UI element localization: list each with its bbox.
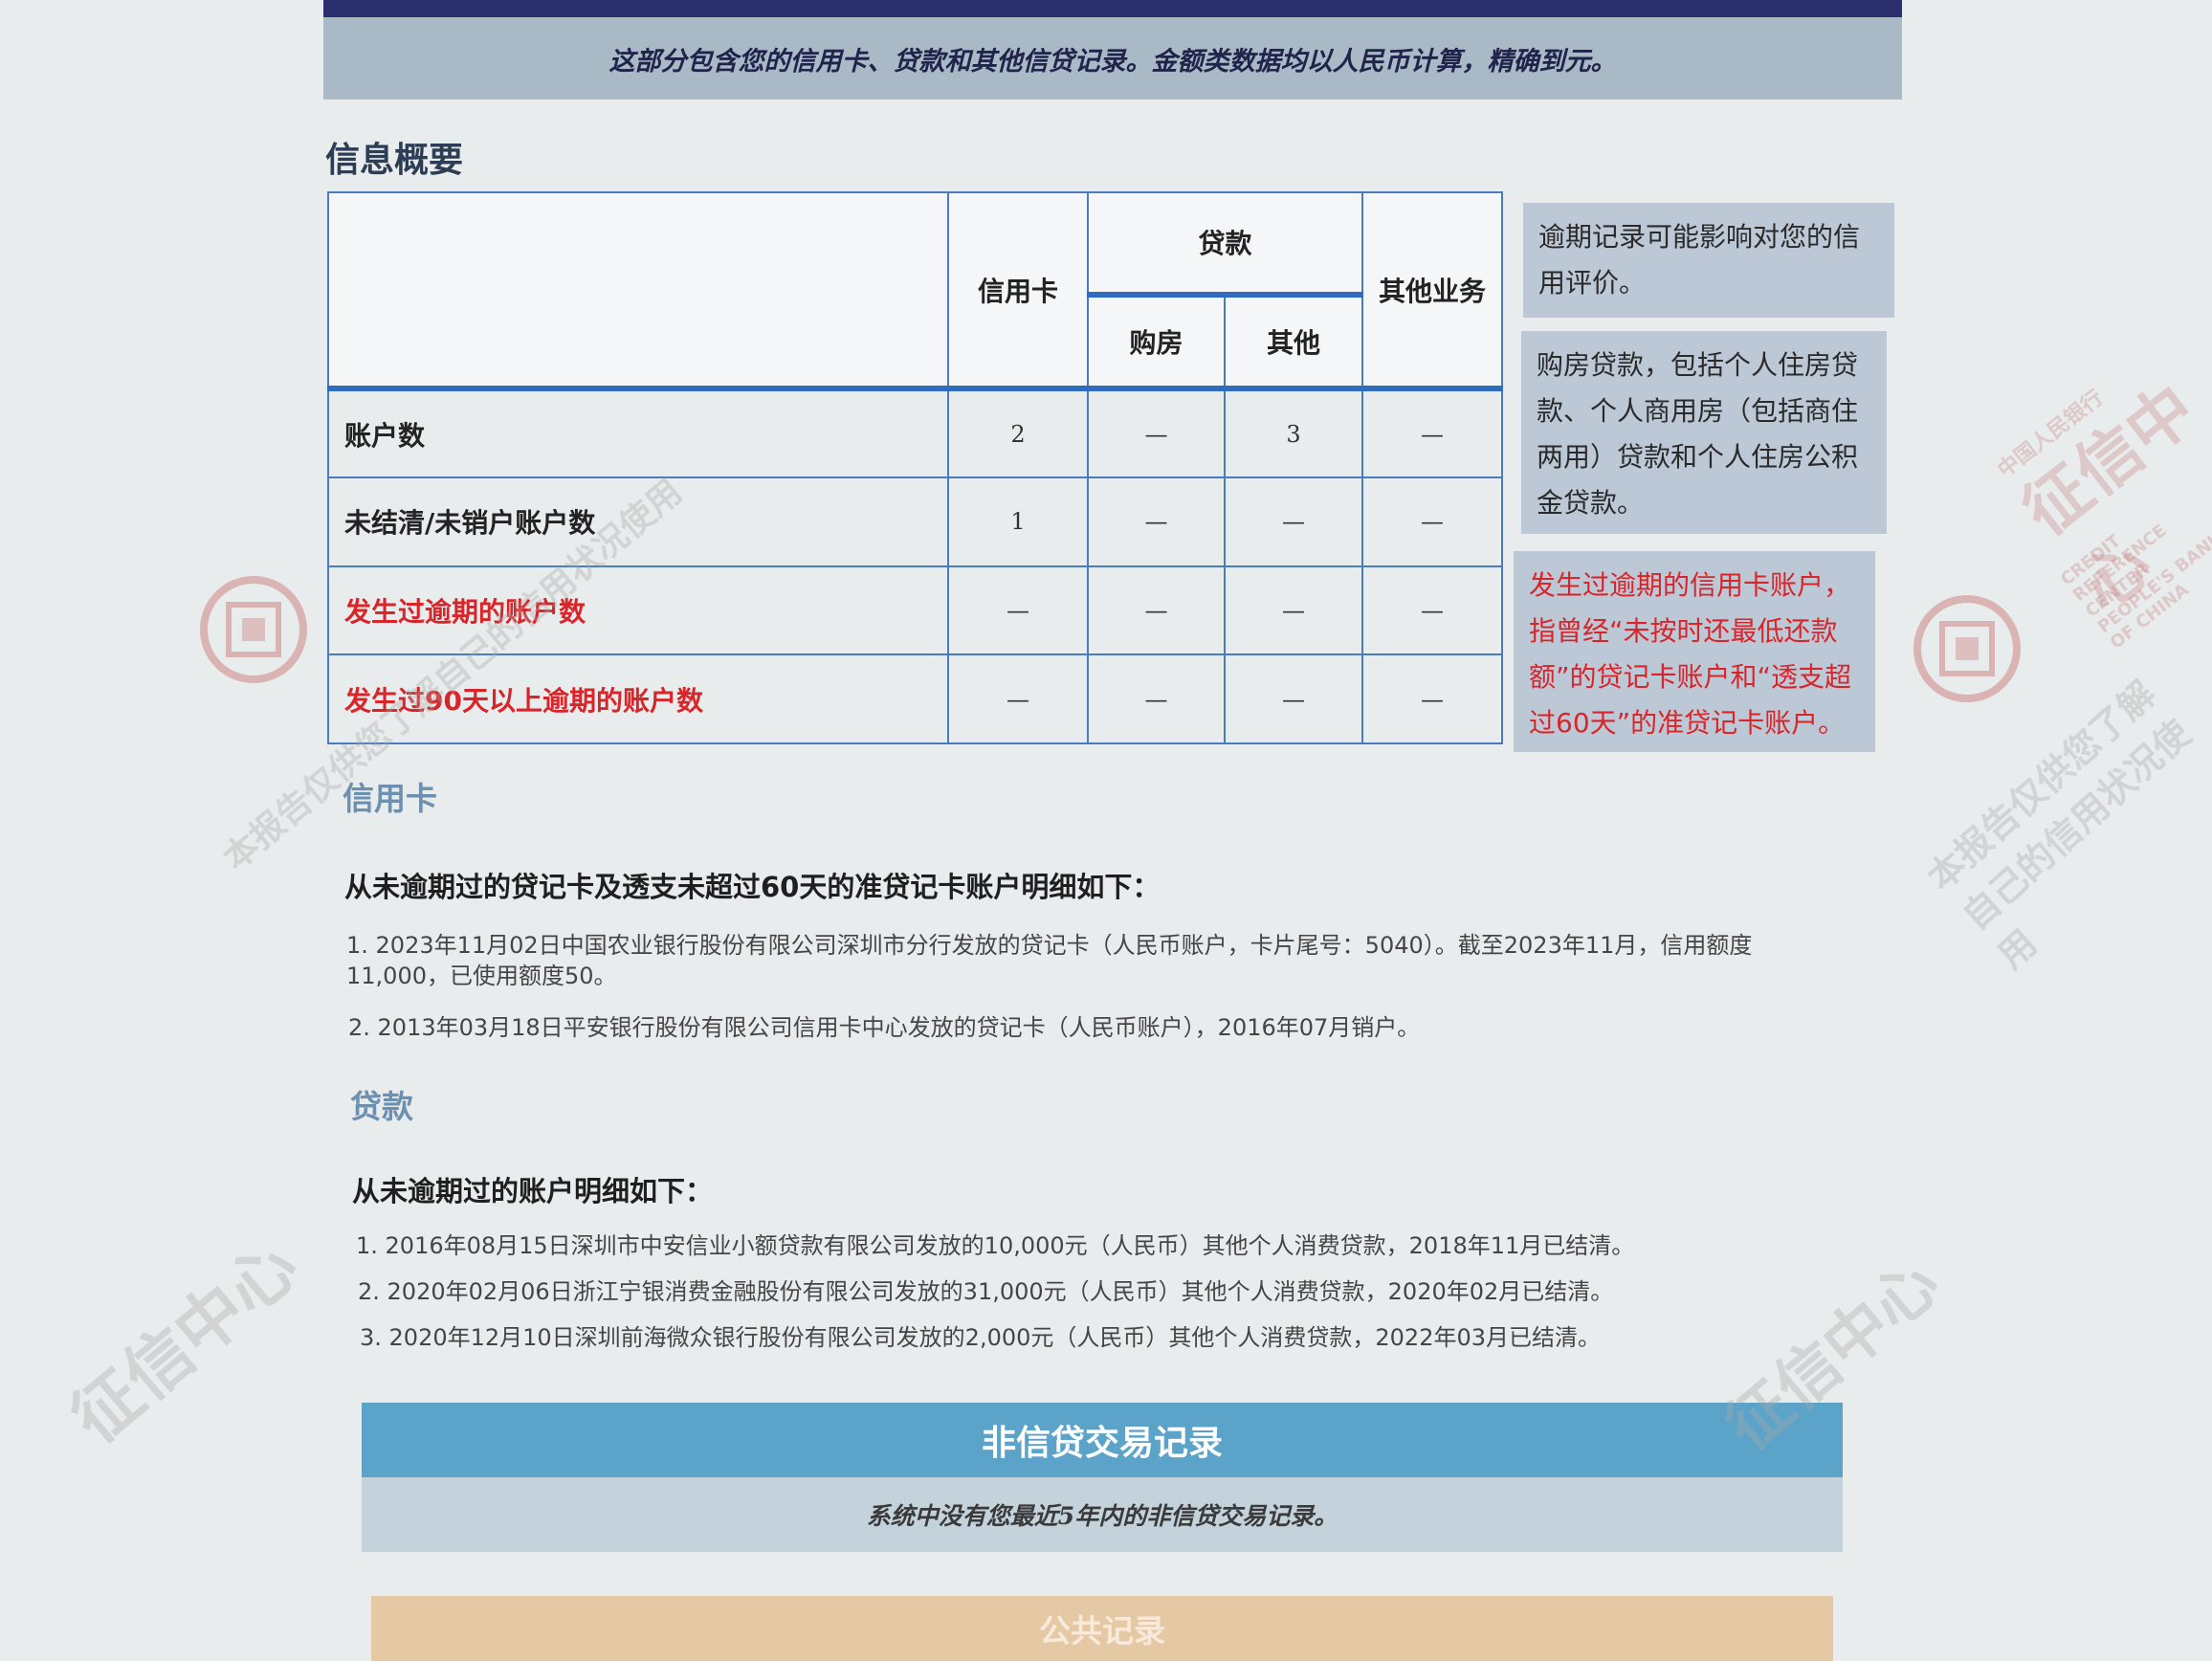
cell-value: — [1361,565,1504,656]
col-loan: 贷款 [1086,191,1364,298]
col-loan-housing: 购房 [1087,293,1226,392]
col-credit-card: 信用卡 [947,190,1089,392]
table-row: 发生过90天以上逾期的账户数 — — — — [327,653,1504,744]
cell-value: — [1223,476,1364,567]
non-credit-body: 系统中没有您最近5年内的非信贷交易记录。 [362,1477,1843,1552]
cell-value: — [1087,388,1226,479]
non-credit-message: 系统中没有您最近5年内的非信贷交易记录。 [866,1502,1338,1530]
cell-value: 1 [947,476,1089,567]
watermark-center: 征信中心 [2009,370,2210,626]
row-label: 发生过逾期的账户数 [327,565,949,656]
list-item: 2. 2013年03月18日平安银行股份有限公司信用卡中心发放的贷记卡（人民币账… [348,1014,1421,1041]
non-credit-banner: 非信贷交易记录 [362,1403,1843,1477]
section-notice: 这部分包含您的信用卡、贷款和其他信贷记录。金额类数据均以人民币计算，精确到元。 [608,46,1617,77]
cell-value: 2 [947,388,1089,479]
col-loan-other: 其他 [1223,293,1364,392]
seal-icon [1913,595,2021,702]
note-overdue-card-definition: 发生过逾期的信用卡账户，指曾经“未按时还最低还款额”的贷记卡账户和“透支超过60… [1514,551,1875,752]
credit-card-heading: 从未逾期过的贷记卡及透支未超过60天的准贷记卡账户明细如下： [344,871,1161,903]
table-row: 发生过逾期的账户数 — — — — [327,565,1504,656]
cell-value: — [1361,388,1504,479]
public-record-title: 公共记录 [1039,1612,1165,1650]
public-record-banner: 公共记录 [371,1596,1833,1661]
cell-value: — [947,565,1089,656]
list-item: 1. 2023年11月02日中国农业银行股份有限公司深圳市分行发放的贷记卡（人民… [346,932,1753,989]
watermark-english: CREDIT REFERENCE CENTER PEOPLE'S BANK OF… [2057,520,2212,653]
row-label: 未结清/未销户账户数 [327,476,949,567]
cell-value: — [1087,476,1226,567]
row-label: 账户数 [327,388,949,479]
col-other-business: 其他业务 [1361,190,1504,392]
top-bar [323,0,1902,17]
credit-card-section-title: 信用卡 [343,780,437,817]
section-notice-band: 这部分包含您的信用卡、贷款和其他信贷记录。金额类数据均以人民币计算，精确到元。 [323,17,1902,100]
watermark-bank: 中国人民银行 [1993,386,2109,483]
cell-value: — [1223,653,1364,744]
note-overdue-impact: 逾期记录可能影响对您的信用评价。 [1523,203,1894,318]
list-item: 3. 2020年12月10日深圳前海微众银行股份有限公司发放的2,000元（人民… [360,1324,1602,1351]
watermark-center: 征信中心 [56,1226,313,1459]
seal-icon [200,576,307,683]
cell-value: — [1087,565,1226,656]
corner-cell [327,190,949,392]
list-item: 1. 2016年08月15日深圳市中安信业小额贷款有限公司发放的10,000元（… [356,1232,1635,1259]
cell-value: — [1087,653,1226,744]
cell-value: — [1361,476,1504,567]
loan-heading: 从未逾期过的账户明细如下： [352,1175,714,1207]
cell-value: 3 [1223,388,1364,479]
summary-title: 信息概要 [325,141,464,180]
cell-value: — [947,653,1089,744]
table-row: 账户数 2 — 3 — [327,388,1504,479]
cell-value: — [1361,653,1504,744]
loan-section-title: 贷款 [350,1088,413,1125]
cell-value: — [1223,565,1364,656]
table-row: 未结清/未销户账户数 1 — — — [327,476,1504,567]
row-label: 发生过90天以上逾期的账户数 [327,653,949,744]
summary-table: 信用卡 贷款 其他业务 购房 其他 账户数 2 — 3 — 未结清/未销户账户数… [327,190,1504,744]
non-credit-title: 非信贷交易记录 [981,1424,1223,1463]
note-housing-loan: 购房贷款，包括个人住房贷款、个人商用房（包括商住两用）贷款和个人住房公积金贷款。 [1521,331,1887,534]
watermark-slogan: 本报告仅供您了解自己的信用状况使用 [1919,673,2200,978]
list-item: 2. 2020年02月06日浙江宁银消费金融股份有限公司发放的31,000元（人… [358,1278,1614,1305]
